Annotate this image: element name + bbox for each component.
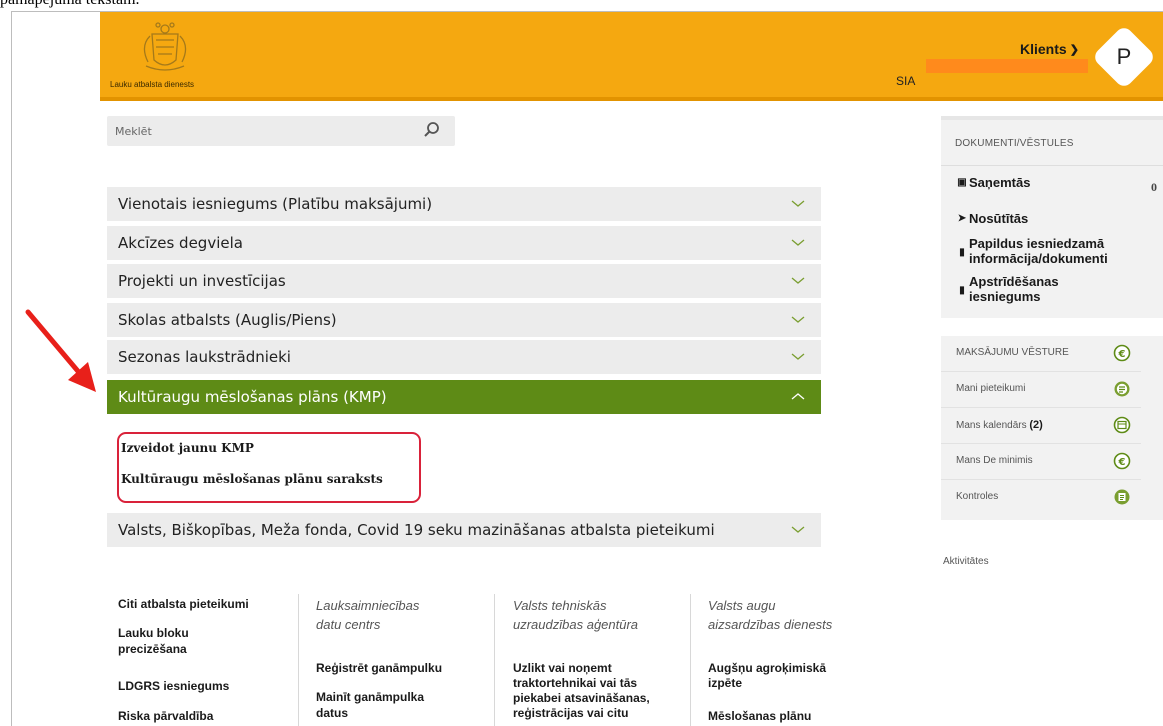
- search-input[interactable]: [115, 122, 405, 140]
- inbox-icon: ▣: [957, 177, 967, 188]
- change-herd-link-line1[interactable]: Mainīt ganāmpulka: [316, 690, 424, 705]
- appeal-line2: iesniegums: [969, 289, 1041, 304]
- document-icon: ▮: [959, 247, 965, 258]
- list-icon: [1114, 381, 1130, 397]
- cropped-caption: pamapējuma tekstam.: [0, 0, 140, 9]
- inspections-label: Kontroles: [956, 491, 999, 502]
- client-menu-button[interactable]: Klients ❯: [1020, 41, 1079, 57]
- accordion-label: Kultūraugu mēslošanas plāns (KMP): [118, 388, 387, 406]
- soil-research-link-line1[interactable]: Augšņu agroķimiskā: [708, 661, 826, 676]
- soil-research-link-line2[interactable]: izpēte: [708, 676, 742, 691]
- my-de-minimis-label: Mans De minimis: [956, 455, 1033, 466]
- kmp-list-link[interactable]: Kultūraugu mēslošanas plānu saraksts: [121, 472, 383, 486]
- column-divider: [298, 594, 299, 726]
- logo-text: Lauku atbalsta dienests: [110, 80, 195, 89]
- vtua-title-line1: Valsts tehniskās: [513, 598, 607, 613]
- accordion-label: Projekti un investīcijas: [118, 272, 286, 290]
- redacted-company-name: [926, 59, 1088, 73]
- risk-management-link[interactable]: Riska pārvaldība: [118, 709, 213, 724]
- field-blocks-link-line2[interactable]: precizēšana: [118, 642, 187, 657]
- payment-history-label: MAKSĀJUMU VĒSTURE: [956, 347, 1069, 358]
- svg-text:€: €: [1118, 349, 1126, 360]
- my-de-minimis-link[interactable]: Mans De minimis €: [941, 444, 1141, 480]
- euro-icon: €: [1113, 452, 1131, 470]
- received-count: 0: [1151, 180, 1157, 194]
- accordion-label: Sezonas laukstrādnieki: [118, 348, 291, 366]
- document-icon: ▮: [959, 285, 965, 296]
- chevron-down-icon: [791, 526, 805, 533]
- coat-of-arms-icon: [143, 22, 187, 71]
- field-blocks-link-line1[interactable]: Lauku bloku: [118, 626, 189, 641]
- client-menu-label: Klients: [1020, 41, 1067, 57]
- accordion-item-school-support[interactable]: Skolas atbalsts (Auglis/Piens): [107, 303, 821, 337]
- chevron-down-icon: ❯: [1069, 44, 1079, 56]
- ldgrs-link[interactable]: LDGRS iesniegums: [118, 679, 229, 694]
- tractor-link-line4[interactable]: reģistrācijas vai citu: [513, 706, 628, 721]
- chevron-up-icon: [791, 393, 805, 400]
- accordion-item-state-support[interactable]: Valsts, Biškopības, Meža fonda, Covid 19…: [107, 513, 821, 547]
- chevron-down-icon: [791, 277, 805, 284]
- lad-logo[interactable]: Lauku atbalsta dienests: [110, 20, 220, 92]
- additional-info-line2: informācija/dokumenti: [969, 251, 1108, 266]
- vaad-title-line1: Valsts augu: [708, 598, 776, 613]
- other-support-link[interactable]: Citi atbalsta pieteikumi: [118, 597, 249, 612]
- column-divider: [690, 594, 691, 726]
- tractor-link-line3[interactable]: piekabei atsavināšanas,: [513, 691, 650, 706]
- received-documents-link[interactable]: ▣ Saņemtās: [956, 175, 1030, 190]
- documents-panel: DOKUMENTI/VĒSTULES ▣ Saņemtās 0 ➤ Nosūtī…: [941, 116, 1163, 318]
- accordion-item-seasonal-workers[interactable]: Sezonas laukstrādnieki: [107, 340, 821, 374]
- send-icon: ➤: [957, 213, 967, 224]
- my-applications-label: Mani pieteikumi: [956, 383, 1026, 394]
- chevron-down-icon: [791, 239, 805, 246]
- checklist-icon: [1114, 489, 1130, 505]
- register-herd-link[interactable]: Reģistrēt ganāmpulku: [316, 661, 442, 676]
- change-herd-link-line2[interactable]: datus: [316, 706, 348, 721]
- sent-documents-link[interactable]: ➤ Nosūtītās: [956, 211, 1028, 226]
- accordion-label: Skolas atbalsts (Auglis/Piens): [118, 311, 337, 329]
- documents-heading[interactable]: DOKUMENTI/VĒSTULES: [955, 138, 1074, 149]
- red-arrow-annotation: [25, 309, 96, 392]
- search-box: [107, 116, 455, 146]
- create-kmp-link[interactable]: Izveidot jaunu KMP: [121, 441, 254, 455]
- accordion-label: Akcīzes degviela: [118, 234, 243, 252]
- chevron-down-icon: [791, 316, 805, 323]
- additional-info-line1: Papildus iesniedzamā: [969, 236, 1105, 251]
- my-calendar-link[interactable]: Mans kalendārs (2): [941, 408, 1141, 444]
- chevron-down-icon: [791, 353, 805, 360]
- column-divider: [494, 594, 495, 726]
- avatar-letter: P: [1116, 44, 1132, 69]
- inspections-link[interactable]: Kontroles: [941, 480, 1141, 516]
- calendar-text: Mans kalendārs: [956, 420, 1027, 431]
- top-header: Lauku atbalsta dienests Klients ❯ SIA P: [100, 12, 1163, 101]
- euro-icon: €: [1113, 344, 1131, 362]
- fertilization-plans-link[interactable]: Mēslošanas plānu: [708, 709, 811, 724]
- svg-text:€: €: [1118, 457, 1126, 468]
- my-calendar-label: Mans kalendārs (2): [956, 419, 1043, 431]
- search-icon[interactable]: [423, 121, 441, 139]
- ldc-title-line2: datu centrs: [316, 617, 381, 632]
- tractor-link-line1[interactable]: Uzlikt vai noņemt: [513, 661, 612, 676]
- accordion-label: Valsts, Biškopības, Meža fonda, Covid 19…: [118, 521, 715, 539]
- company-prefix: SIA: [896, 74, 916, 88]
- appeal-line1: Apstrīdēšanas: [969, 274, 1059, 289]
- tractor-link-line2[interactable]: traktortehnikai vai tās: [513, 676, 637, 691]
- ldc-title-line1: Lauksaimniecības: [316, 598, 420, 613]
- divider: [941, 165, 1163, 166]
- calendar-icon: [1113, 416, 1131, 434]
- my-applications-link[interactable]: Mani pieteikumi: [941, 372, 1141, 408]
- accordion-item-projects[interactable]: Projekti un investīcijas: [107, 264, 821, 298]
- accordion-item-unified-application[interactable]: Vienotais iesniegums (Platību maksājumi): [107, 187, 821, 221]
- activities-heading[interactable]: Aktivitātes: [943, 556, 989, 567]
- payment-history-link[interactable]: MAKSĀJUMU VĒSTURE €: [941, 336, 1141, 372]
- appeal-link[interactable]: ▮ Apstrīdēšanas iesniegums: [956, 274, 1059, 304]
- accordion-item-excise-fuel[interactable]: Akcīzes degviela: [107, 226, 821, 260]
- chevron-down-icon: [791, 200, 805, 207]
- additional-info-link[interactable]: ▮ Papildus iesniedzamā informācija/dokum…: [956, 236, 1108, 266]
- payments-panel: MAKSĀJUMU VĒSTURE € Mani pieteikumi Mans…: [941, 336, 1163, 520]
- accordion-item-kmp[interactable]: Kultūraugu mēslošanas plāns (KMP): [107, 380, 821, 414]
- accordion-label: Vienotais iesniegums (Platību maksājumi): [118, 195, 433, 213]
- vtua-title-line2: uzraudzības aģentūra: [513, 617, 639, 632]
- vaad-title-line2: aizsardzības dienests: [708, 617, 833, 632]
- calendar-badge: (2): [1029, 419, 1043, 431]
